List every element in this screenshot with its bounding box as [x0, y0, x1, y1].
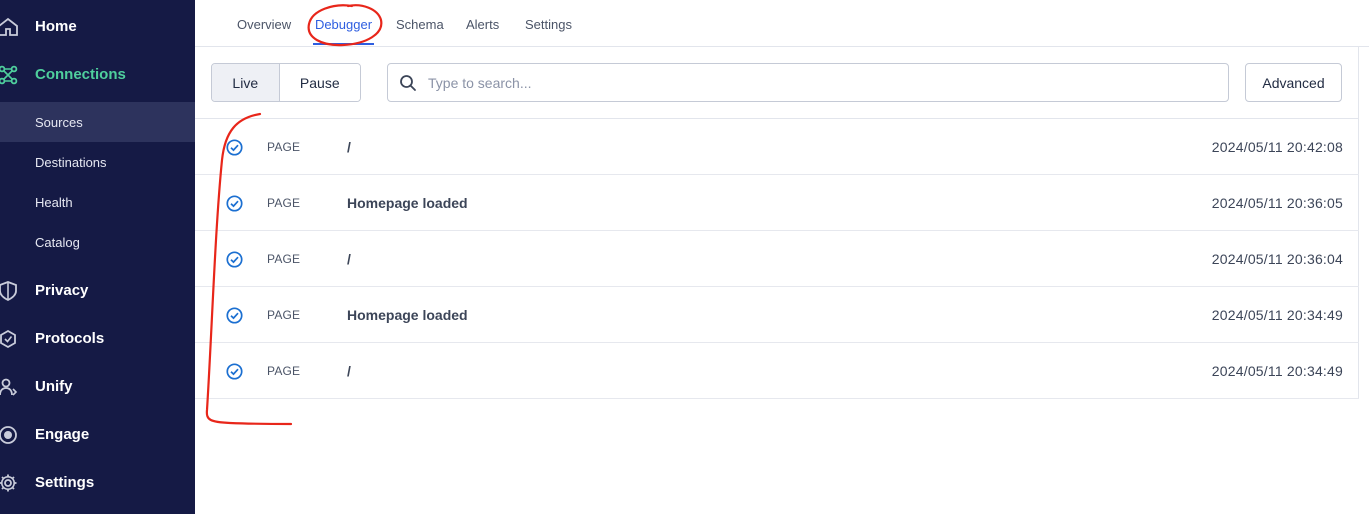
sidebar-item-label: Privacy: [35, 281, 89, 299]
unify-icon: [0, 378, 18, 396]
sidebar-subitem-destinations[interactable]: Destinations: [0, 142, 195, 182]
search-box: [387, 63, 1229, 102]
event-name: /: [347, 363, 351, 379]
sidebar-subitem-catalog[interactable]: Catalog: [0, 222, 195, 262]
gear-icon: [0, 474, 17, 492]
engage-icon: [0, 426, 17, 444]
tab-overview[interactable]: Overview: [237, 17, 291, 45]
sidebar-item-label: Home: [35, 17, 77, 35]
event-row[interactable]: PAGE / 2024/05/11 20:42:08: [195, 119, 1359, 175]
event-name: /: [347, 251, 351, 267]
sidebar-item-home[interactable]: Home: [0, 6, 195, 46]
connections-icon: [0, 65, 18, 85]
event-name: /: [347, 139, 351, 155]
check-circle-icon: [226, 139, 243, 156]
event-timestamp: 2024/05/11 20:42:08: [1211, 139, 1343, 155]
event-row[interactable]: PAGE Homepage loaded 2024/05/11 20:36:05: [195, 175, 1359, 231]
sidebar-item-protocols[interactable]: Protocols: [0, 318, 195, 358]
sidebar-subitem-label: Destinations: [35, 154, 107, 170]
event-type: PAGE: [267, 196, 301, 210]
event-type: PAGE: [267, 252, 301, 266]
event-type: PAGE: [267, 308, 301, 322]
event-name: Homepage loaded: [347, 307, 468, 323]
live-button[interactable]: Live: [212, 64, 280, 101]
check-circle-icon: [226, 195, 243, 212]
sidebar-item-unify[interactable]: Unify: [0, 366, 195, 406]
event-row[interactable]: PAGE / 2024/05/11 20:36:04: [195, 231, 1359, 287]
shield-icon: [0, 281, 17, 301]
sidebar-subitem-label: Sources: [35, 114, 83, 130]
tab-debugger[interactable]: Debugger: [313, 17, 374, 45]
event-timestamp: 2024/05/11 20:36:04: [1211, 251, 1343, 267]
sidebar-item-label: Connections: [35, 65, 126, 83]
search-icon: [400, 75, 416, 91]
event-type: PAGE: [267, 140, 301, 154]
sidebar-subitem-health[interactable]: Health: [0, 182, 195, 222]
check-circle-icon: [226, 307, 243, 324]
sidebar-item-label: Protocols: [35, 329, 105, 347]
event-timestamp: 2024/05/11 20:34:49: [1211, 363, 1343, 379]
sidebar: Home Connections Sources Destinations He…: [0, 0, 195, 514]
sidebar-subitem-sources[interactable]: Sources: [0, 102, 195, 142]
tab-schema[interactable]: Schema: [396, 17, 444, 45]
advanced-button[interactable]: Advanced: [1245, 63, 1342, 102]
sidebar-item-settings[interactable]: Settings: [0, 462, 195, 502]
sidebar-subitem-label: Health: [35, 194, 73, 210]
sidebar-item-engage[interactable]: Engage: [0, 414, 195, 454]
live-pause-toggle: Live Pause: [211, 63, 361, 102]
check-circle-icon: [226, 251, 243, 268]
sidebar-item-connections[interactable]: Connections: [0, 54, 195, 94]
sidebar-subitem-label: Catalog: [35, 234, 80, 250]
pause-button[interactable]: Pause: [279, 64, 360, 101]
tab-settings[interactable]: Settings: [525, 17, 572, 45]
event-timestamp: 2024/05/11 20:34:49: [1211, 307, 1343, 323]
sidebar-item-label: Settings: [35, 473, 95, 491]
check-circle-icon: [226, 363, 243, 380]
event-row[interactable]: PAGE Homepage loaded 2024/05/11 20:34:49: [195, 287, 1359, 343]
sidebar-item-label: Engage: [35, 425, 90, 443]
protocols-icon: [0, 329, 16, 349]
event-timestamp: 2024/05/11 20:36:05: [1211, 195, 1343, 211]
event-name: Homepage loaded: [347, 195, 468, 211]
tab-alerts[interactable]: Alerts: [466, 17, 499, 45]
search-input[interactable]: [428, 72, 1208, 94]
home-icon: [0, 17, 18, 36]
sidebar-item-privacy[interactable]: Privacy: [0, 270, 195, 310]
event-row[interactable]: PAGE / 2024/05/11 20:34:49: [195, 343, 1359, 399]
event-type: PAGE: [267, 364, 301, 378]
sidebar-item-label: Unify: [35, 377, 73, 395]
